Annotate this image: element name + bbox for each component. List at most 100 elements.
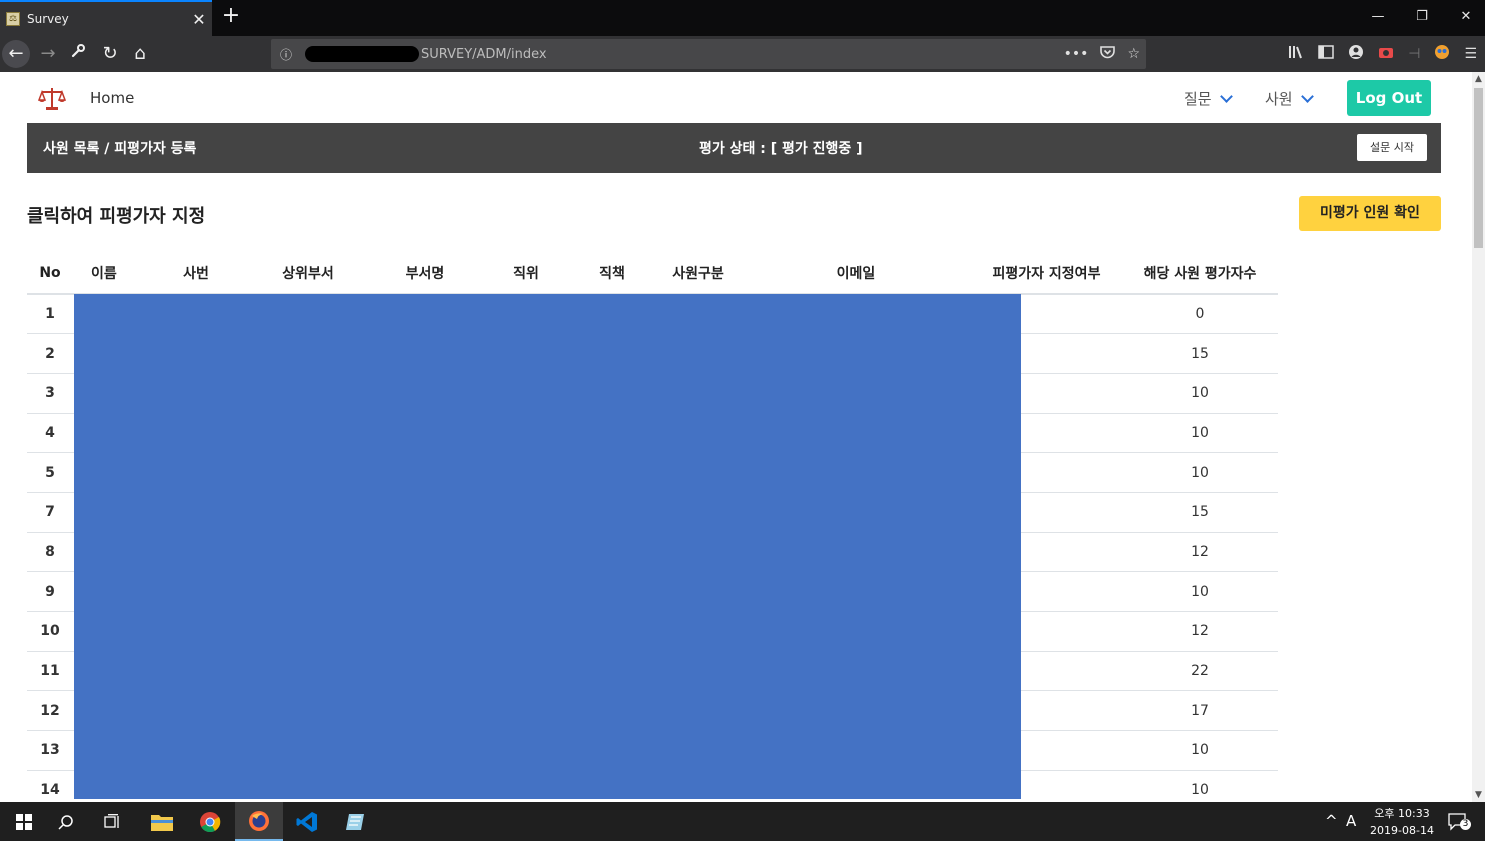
page-scrollbar[interactable]: ▲ ▼ (1472, 72, 1485, 802)
search-icon[interactable] (42, 802, 90, 841)
col-header-employee-id: 사번 (143, 253, 249, 295)
scrollbar-thumb[interactable] (1474, 88, 1483, 248)
tab-title: Survey (27, 12, 69, 26)
scroll-down-icon[interactable]: ▼ (1472, 790, 1485, 800)
chrome-icon[interactable] (186, 802, 234, 841)
cell-no: 14 (27, 769, 73, 802)
cell-evaluator-count: 12 (1122, 531, 1278, 572)
notification-center-icon[interactable]: 3 (1448, 802, 1472, 841)
extension-icon[interactable] (1434, 44, 1450, 64)
table-header-row: No 이름 사번 상위부서 부서명 직위 직책 사원구분 이메일 피평가자 지정… (27, 253, 1278, 295)
cell-evaluator-count: 22 (1122, 650, 1278, 691)
cell-evaluator-count: 10 (1122, 372, 1278, 414)
windows-taskbar: ^ A 오후 10:33 2019-08-14 3 (0, 802, 1485, 841)
notification-count: 3 (1460, 819, 1471, 830)
cell-no: 7 (27, 491, 73, 533)
cell-evaluator-count: 12 (1122, 611, 1278, 652)
sidebar-icon[interactable] (1318, 45, 1334, 63)
cell-evaluator-count: 17 (1122, 690, 1278, 731)
cell-no: 8 (27, 531, 73, 572)
cell-evaluator-count: 0 (1122, 293, 1278, 334)
col-header-evaluator-count: 해당 사원 평가자수 (1122, 253, 1278, 295)
cell-no: 4 (27, 412, 73, 453)
new-tab-button[interactable]: + (218, 4, 244, 30)
restore-button[interactable]: ❐ (1400, 0, 1444, 34)
col-header-parent-dept: 상위부서 (249, 253, 367, 295)
bookmark-star-icon[interactable]: ☆ (1127, 46, 1140, 62)
col-header-role: 직책 (569, 253, 655, 295)
col-header-no: No (27, 253, 73, 295)
col-header-assignment: 피평가자 지정여부 (971, 253, 1122, 295)
tray-expand-icon[interactable]: ^ (1325, 802, 1338, 841)
col-header-employee-type: 사원구분 (655, 253, 741, 295)
cell-no: 13 (27, 730, 73, 771)
col-header-email: 이메일 (741, 253, 971, 295)
col-header-name: 이름 (73, 253, 143, 295)
section-title: 클릭하여 피평가자 지정 (27, 206, 206, 227)
cell-no: 11 (27, 650, 73, 691)
browser-tab[interactable]: ⚖ Survey ✕ (0, 0, 212, 36)
account-icon[interactable] (1348, 44, 1364, 64)
screenshot-icon[interactable] (1378, 45, 1394, 63)
redacted-personal-data (74, 294, 1021, 799)
back-arrow-icon[interactable]: ← (2, 40, 30, 68)
cell-no: 3 (27, 372, 73, 414)
tab-close-icon[interactable]: ✕ (186, 10, 212, 29)
url-path: SURVEY/ADM/index (421, 46, 547, 62)
firefox-icon[interactable] (235, 802, 283, 841)
cell-no: 10 (27, 611, 73, 652)
ime-indicator[interactable]: A (1346, 802, 1356, 841)
pin-icon[interactable]: ⊣ (1408, 46, 1420, 62)
cell-evaluator-count: 10 (1122, 452, 1278, 493)
file-explorer-icon[interactable] (138, 802, 186, 841)
scroll-up-icon[interactable]: ▲ (1472, 74, 1485, 84)
windows-start-icon[interactable] (0, 802, 48, 841)
cell-evaluator-count: 10 (1122, 769, 1278, 802)
pocket-icon[interactable] (1100, 45, 1116, 63)
cell-evaluator-count: 15 (1122, 333, 1278, 374)
chevron-down-icon (1300, 90, 1314, 103)
scales-favicon-icon: ⚖ (6, 12, 20, 26)
task-view-icon[interactable] (89, 802, 137, 841)
cell-evaluator-count: 10 (1122, 412, 1278, 453)
employees-menu[interactable]: 사원 (1265, 88, 1314, 109)
info-icon[interactable]: ⓘ (271, 46, 301, 63)
wrench-icon[interactable] (64, 40, 92, 68)
forward-arrow-icon[interactable]: → (34, 40, 62, 68)
cell-no: 2 (27, 333, 73, 374)
questions-menu[interactable]: 질문 (1184, 88, 1233, 109)
url-redacted-host (305, 46, 419, 62)
questions-menu-label: 질문 (1184, 90, 1212, 108)
clock-time: 오후 10:33 (1374, 807, 1430, 820)
library-icon[interactable] (1288, 45, 1304, 63)
cell-evaluator-count: 10 (1122, 730, 1278, 771)
clock-date: 2019-08-14 (1370, 824, 1434, 837)
start-survey-button[interactable]: 설문 시작 (1357, 134, 1427, 161)
cell-evaluator-count: 15 (1122, 491, 1278, 533)
col-header-position: 직위 (483, 253, 569, 295)
logout-button[interactable]: Log Out (1347, 80, 1431, 116)
hamburger-menu-icon[interactable]: ☰ (1464, 46, 1477, 62)
close-window-button[interactable]: ✕ (1444, 0, 1485, 34)
evaluation-status: 평가 상태 : [ 평가 진행중 ] (699, 141, 863, 157)
minimize-button[interactable]: — (1356, 0, 1400, 34)
scales-logo-icon[interactable] (37, 84, 67, 112)
browser-tab-bar: ⚖ Survey ✕ + — ❐ ✕ (0, 0, 1485, 36)
address-bar[interactable]: ⓘ SURVEY/ADM/index ••• ☆ (271, 39, 1146, 69)
banner-title: 사원 목록 / 피평가자 등록 (43, 141, 197, 157)
app-icon[interactable] (331, 802, 379, 841)
col-header-dept-name: 부서명 (367, 253, 483, 295)
vscode-icon[interactable] (283, 802, 331, 841)
home-icon[interactable]: ⌂ (126, 40, 154, 68)
page-content: Home 질문 사원 Log Out 사원 목록 / 피평가자 등록 평가 상태… (0, 72, 1472, 802)
cell-no: 9 (27, 571, 73, 612)
system-clock[interactable]: 오후 10:33 2019-08-14 (1368, 805, 1436, 839)
site-navbar: Home 질문 사원 Log Out (0, 72, 1472, 124)
reload-icon[interactable]: ↻ (96, 40, 124, 68)
check-unrated-button[interactable]: 미평가 인원 확인 (1299, 196, 1441, 231)
page-actions-icon[interactable]: ••• (1064, 46, 1089, 62)
chevron-down-icon (1219, 90, 1233, 103)
status-banner: 사원 목록 / 피평가자 등록 평가 상태 : [ 평가 진행중 ] 설문 시작 (27, 123, 1441, 173)
employees-menu-label: 사원 (1265, 90, 1293, 108)
home-link[interactable]: Home (90, 89, 134, 107)
